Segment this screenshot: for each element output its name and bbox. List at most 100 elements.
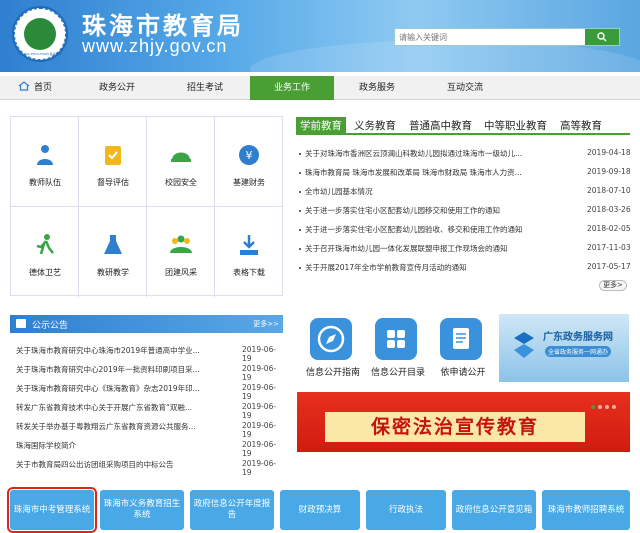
service-guide[interactable]: 信息公开指南 [300, 318, 360, 382]
budget-button[interactable]: 财政预决算 [280, 490, 360, 530]
download-icon [240, 235, 258, 255]
notice-item-date: 2019-06-19 [242, 440, 277, 458]
carousel-dot[interactable] [605, 405, 609, 409]
tile-supervision[interactable]: 督导评估 [79, 117, 147, 207]
list-item[interactable]: 关于市教育局四公出访团组采购项目的中标公告 2019-06-19 [10, 459, 283, 477]
news-date: 2017-05-17 [587, 262, 631, 271]
gd-subtitle: 全省政务服务一网通办 [545, 346, 612, 357]
search-button[interactable] [585, 29, 619, 45]
nav-item-gov-open[interactable]: 政务公开 [86, 76, 148, 100]
notice-more-link[interactable]: 更多>> [253, 319, 279, 329]
notice-item-date: 2019-06-19 [242, 459, 277, 477]
logo[interactable]: ZHUHAI EDUCATION 珠海教育 [12, 6, 68, 62]
tile-downloads[interactable]: 表格下载 [215, 207, 283, 297]
law-enforcement-button[interactable]: 行政执法 [366, 490, 446, 530]
feedback-box-button[interactable]: 政府信息公开意见箱 [452, 490, 536, 530]
tile-label: 教师队伍 [29, 178, 61, 187]
list-item[interactable]: 关于进一步落实住宅小区配套幼儿园移交和使用工作的通知 2018-03-26 [297, 205, 631, 219]
notice-item-title[interactable]: 关于珠海市教育研究中心2019年一批资料印刷项目采... [16, 364, 226, 375]
grid-icon [375, 318, 417, 360]
notice-item-title[interactable]: 关于珠海市教育研究中心珠海市2019年普通高中学业... [16, 345, 226, 356]
news-title[interactable]: 关于进一步落实住宅小区配套幼儿园移交和使用工作的通知 [305, 205, 570, 216]
list-item[interactable]: 转发广东省教育技术中心关于开展广东省教育“双融... 2019-06-19 [10, 402, 283, 420]
enrollment-system-button[interactable]: 珠海市义务教育招生系统 [100, 490, 184, 530]
flask-icon [104, 235, 122, 254]
list-item[interactable]: 关于进一步落实住宅小区配套幼儿园验收、移交和使用工作的通知 2018-02-05 [297, 224, 631, 238]
notice-item-title[interactable]: 珠海国际学校简介 [16, 440, 226, 451]
tab-high-school[interactable]: 普通高中教育 [409, 117, 472, 135]
tab-vocational[interactable]: 中等职业教育 [484, 117, 547, 135]
tab-higher[interactable]: 高等教育 [560, 117, 602, 135]
notice-item-title[interactable]: 关于珠海市教育研究中心《珠海教育》杂志2019年印... [16, 383, 226, 394]
logo-emblem [24, 18, 56, 50]
news-title[interactable]: 全市幼儿园基本情况 [305, 186, 570, 197]
list-item[interactable]: 珠海市教育局 珠海市发展和改革局 珠海市财政局 珠海市人力资... 2019-09… [297, 167, 631, 181]
tile-label: 基建财务 [233, 178, 265, 187]
tab-preschool[interactable]: 学前教育 [296, 117, 346, 135]
news-title[interactable]: 关于对珠海市香洲区云顶澜山科教幼儿园拟通过珠海市一级幼儿... [305, 148, 570, 159]
carousel-dot[interactable] [591, 405, 595, 409]
list-item[interactable]: 关于珠海市教育研究中心珠海市2019年普通高中学业... 2019-06-19 [10, 345, 283, 363]
group-icon [170, 235, 192, 253]
bullet [299, 248, 301, 250]
bullet [299, 153, 301, 155]
list-item[interactable]: 珠海国际学校简介 2019-06-19 [10, 440, 283, 458]
list-item[interactable]: 关于珠海市教育研究中心2019年一批资料印刷项目采... 2019-06-19 [10, 364, 283, 382]
service-label: 信息公开指南 [305, 368, 360, 378]
news-date: 2018-03-26 [587, 205, 631, 214]
tile-sports[interactable]: 德体卫艺 [11, 207, 79, 297]
exam-system-button[interactable]: 珠海市中考管理系统 [7, 487, 97, 533]
service-catalog[interactable]: 信息公开目录 [365, 318, 425, 382]
yen-icon: ¥ [239, 145, 259, 165]
tile-campus-safety[interactable]: 校园安全 [147, 117, 215, 207]
news-title[interactable]: 关于召开珠海市幼儿园一体化发展联盟申报工作现场会的通知 [305, 243, 570, 254]
notice-header: 公示公告 更多>> [10, 315, 283, 333]
bullet [299, 210, 301, 212]
notice-item-title[interactable]: 关于市教育局四公出访团组采购项目的中标公告 [16, 459, 226, 470]
gd-title: 广东政务服务网 [543, 332, 613, 343]
carousel-dot[interactable] [598, 405, 602, 409]
news-more-button[interactable]: 更多> [599, 280, 627, 291]
news-title[interactable]: 珠海市教育局 珠海市发展和改革局 珠海市财政局 珠海市人力资... [305, 167, 570, 178]
tile-label: 教研教学 [97, 268, 129, 277]
tile-league[interactable]: 团建风采 [147, 207, 215, 297]
tile-research[interactable]: 教研教学 [79, 207, 147, 297]
nav-item-services[interactable]: 政务服务 [344, 76, 410, 100]
search-box [394, 28, 620, 46]
logo-text: ZHUHAI EDUCATION 珠海教育 [18, 52, 62, 56]
list-item[interactable]: 关于对珠海市香洲区云顶澜山科教幼儿园拟通过珠海市一级幼儿... 2019-04-1… [297, 148, 631, 162]
tile-label: 督导评估 [97, 178, 129, 187]
search-input[interactable] [395, 29, 585, 45]
gd-service-banner[interactable]: 广东政务服务网 全省政务服务一网通办 [499, 314, 629, 382]
notice-item-date: 2019-06-19 [242, 345, 277, 363]
list-item[interactable]: 关于珠海市教育研究中心《珠海教育》杂志2019年印... 2019-06-19 [10, 383, 283, 401]
tile-label: 德体卫艺 [29, 268, 61, 277]
news-date: 2019-04-18 [587, 148, 631, 157]
carousel-dot[interactable] [612, 405, 616, 409]
annual-report-button[interactable]: 政府信息公开年度报告 [190, 490, 274, 530]
nav-label: 首页 [33, 83, 52, 93]
list-item[interactable]: 关于开展2017年全市学前教育宣传月活动的通知 2017-05-17 [297, 262, 631, 276]
notice-item-title[interactable]: 转发关于举办基于粤教翔云广东省教育资源公共服务... [16, 421, 226, 432]
list-item[interactable]: 转发关于举办基于粤教翔云广东省教育资源公共服务... 2019-06-19 [10, 421, 283, 439]
list-item[interactable]: 全市幼儿园基本情况 2018-07-10 [297, 186, 631, 200]
notice-item-date: 2019-06-19 [242, 421, 277, 439]
news-date: 2019-09-18 [587, 167, 631, 176]
news-title[interactable]: 关于开展2017年全市学前教育宣传月活动的通知 [305, 262, 570, 273]
nav-item-interaction[interactable]: 互动交流 [432, 76, 498, 100]
tab-compulsory[interactable]: 义务教育 [354, 117, 396, 135]
svg-text:¥: ¥ [246, 149, 253, 162]
promo-banner[interactable]: 保密法治宣传教育 [297, 392, 630, 452]
nav-item-business[interactable]: 业务工作 [250, 76, 334, 100]
tile-label: 校园安全 [165, 178, 197, 187]
list-item[interactable]: 关于召开珠海市幼儿园一体化发展联盟申报工作现场会的通知 2017-11-03 [297, 243, 631, 257]
nav-item-home[interactable]: 首页 [10, 76, 60, 100]
notice-item-title[interactable]: 转发广东省教育技术中心关于开展广东省教育“双融... [16, 402, 226, 413]
news-title[interactable]: 关于进一步落实住宅小区配套幼儿园验收、移交和使用工作的通知 [305, 224, 570, 235]
tile-teachers[interactable]: 教师队伍 [11, 117, 79, 207]
service-request[interactable]: 依申请公开 [430, 318, 490, 382]
teacher-recruit-button[interactable]: 珠海市教师招聘系统 [542, 490, 630, 530]
tile-finance[interactable]: ¥ 基建财务 [215, 117, 283, 207]
nav-item-admissions[interactable]: 招生考试 [172, 76, 238, 100]
teacher-icon [37, 145, 53, 165]
